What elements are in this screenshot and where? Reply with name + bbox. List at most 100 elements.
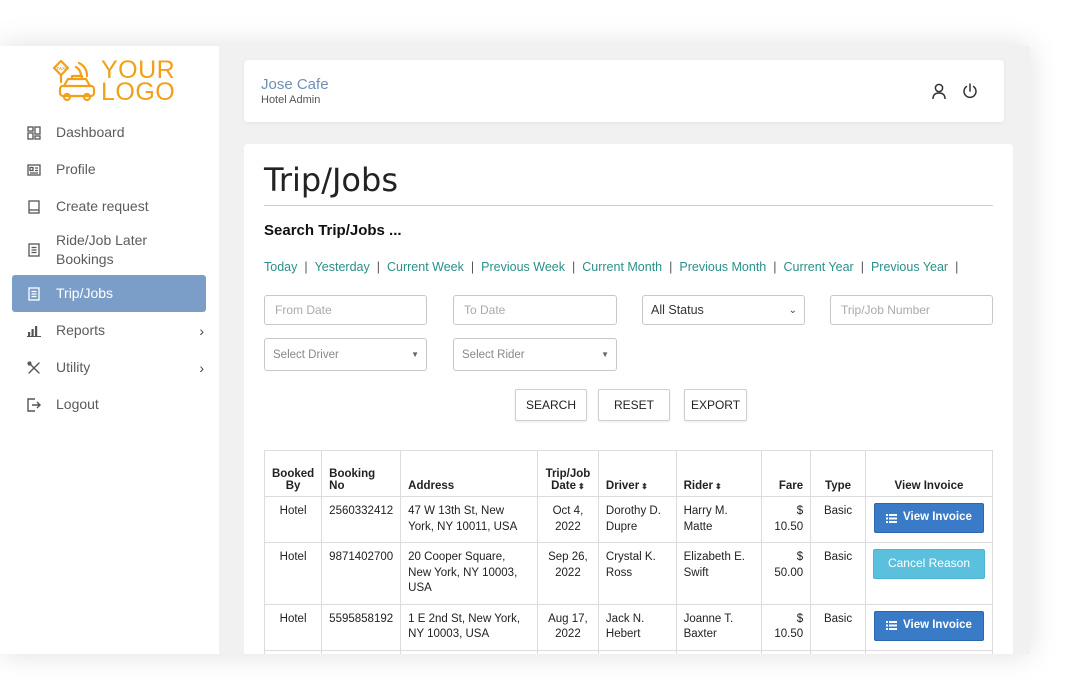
sort-icon: ⬍ — [641, 482, 648, 491]
cell-booked-by: Hotel — [263, 496, 323, 543]
sidebar-item-logout[interactable]: Logout — [12, 386, 206, 423]
search-heading: Search Trip/Jobs ... — [264, 222, 402, 239]
book-icon — [26, 199, 42, 215]
cell-fare: $ 10.50 — [761, 603, 812, 651]
view-invoice-button[interactable]: View Invoice — [873, 610, 984, 641]
link-separator: | — [669, 260, 673, 274]
cell-address: 20 Cooper Square, New York, NY 10003, US… — [400, 542, 538, 605]
column-header-label: Rider — [683, 480, 713, 492]
link-current-month[interactable]: Current Month — [582, 260, 662, 274]
link-previous-year[interactable]: Previous Year — [871, 260, 948, 274]
sidebar-item-label: Ride/Job Later Bookings — [56, 232, 148, 267]
cell-address: 1 E 2nd St, New York, NY 10003, USA — [400, 603, 538, 651]
dashboard-icon — [26, 125, 42, 141]
sidebar-item-label: Create request — [56, 198, 149, 214]
link-separator: | — [955, 260, 959, 274]
cell-rider: Joanne T. Baxter — [675, 603, 763, 651]
column-header-address[interactable]: Address — [400, 450, 538, 497]
taxi-logo-icon: TAXI — [52, 59, 96, 102]
column-header-rider[interactable]: Rider ⬍ — [675, 450, 763, 497]
cell-driver: Dorothy D. Dupre — [597, 496, 677, 543]
to-date-field — [453, 295, 617, 325]
from-date-field — [264, 295, 427, 325]
cell-invoice: Cancel Reason — [864, 542, 994, 605]
profile-card-icon — [26, 162, 42, 178]
sidebar: TAXI YOUR LOGO Dashboard Profile Create … — [0, 46, 219, 654]
cell-booking-no: 9871402700 — [321, 542, 402, 605]
export-button[interactable]: EXPORT — [684, 389, 747, 421]
sidebar-item-label: Profile — [56, 161, 96, 177]
to-date-input[interactable] — [454, 296, 616, 324]
cell-driver: Jack N. Hebert — [597, 603, 677, 651]
chevron-right-icon: › — [199, 360, 204, 376]
column-header-driver[interactable]: Driver ⬍ — [597, 450, 677, 497]
sidebar-item-create-request[interactable]: Create request — [12, 188, 206, 225]
search-button[interactable]: SEARCH — [515, 389, 587, 421]
link-today[interactable]: Today — [264, 260, 297, 274]
cell-driver: Crystal K. Ross — [597, 542, 677, 605]
caret-down-icon: ▼ — [601, 350, 609, 359]
column-header-fare[interactable]: Fare — [761, 450, 812, 497]
table-row: Hotel 9871402700 20 Cooper Square, New Y… — [263, 542, 994, 605]
logout-icon — [26, 397, 42, 413]
link-current-week[interactable]: Current Week — [387, 260, 464, 274]
cell-type: Basic — [810, 496, 866, 543]
rider-select[interactable]: Select Rider ▼ — [453, 338, 617, 371]
trips-table: Booked By Booking No Address Trip/Job Da… — [263, 450, 994, 654]
trip-number-input[interactable] — [831, 296, 992, 324]
sidebar-item-later-bookings[interactable]: Ride/Job Later Bookings — [12, 225, 206, 275]
column-header-booking-no[interactable]: Booking No — [321, 450, 402, 497]
sidebar-item-reports[interactable]: Reports › — [12, 312, 206, 349]
sidebar-item-utility[interactable]: Utility › — [12, 349, 206, 386]
page-title: Trip/Jobs — [264, 161, 398, 199]
cell-fare: $ 10.50 — [761, 496, 812, 543]
bar-chart-icon — [26, 323, 42, 339]
link-yesterday[interactable]: Yesterday — [315, 260, 370, 274]
column-header-booked-by[interactable]: Booked By — [263, 450, 323, 497]
column-header-label: Driver — [605, 480, 640, 492]
sidebar-nav: Dashboard Profile Create request Ride/Jo… — [12, 114, 206, 423]
user-icon[interactable] — [930, 82, 950, 102]
document-icon — [26, 286, 42, 302]
logo-line-2: LOGO — [101, 78, 176, 106]
status-select[interactable]: All Status ⌄ — [642, 295, 805, 325]
sidebar-item-label: Utility — [56, 359, 91, 375]
link-current-year[interactable]: Current Year — [784, 260, 854, 274]
link-previous-month[interactable]: Previous Month — [679, 260, 766, 274]
document-icon — [26, 242, 42, 258]
reset-button[interactable]: RESET — [598, 389, 670, 421]
power-icon[interactable] — [961, 82, 981, 102]
driver-select-value: Select Driver — [273, 348, 339, 361]
sidebar-item-trip-jobs[interactable]: Trip/Jobs — [12, 275, 206, 312]
driver-select[interactable]: Select Driver ▼ — [264, 338, 427, 371]
link-separator: | — [773, 260, 777, 274]
sidebar-item-profile[interactable]: Profile — [12, 151, 206, 188]
header-bar: Jose Cafe Hotel Admin — [244, 60, 1004, 122]
table-row: Hotel 5595858192 1 E 2nd St, New York, N… — [263, 603, 994, 651]
logo: TAXI YOUR LOGO — [50, 58, 180, 106]
link-separator: | — [376, 260, 380, 274]
table-row — [263, 649, 994, 654]
cell-invoice: View Invoice — [864, 496, 994, 543]
cell-date: Oct 4, 2022 — [536, 496, 599, 543]
list-icon — [886, 621, 898, 630]
cancel-reason-button[interactable]: Cancel Reason — [872, 549, 985, 579]
table-row: Hotel 2560332412 47 W 13th St, New York,… — [263, 496, 994, 543]
cell-type: Basic — [810, 603, 866, 651]
from-date-input[interactable] — [265, 296, 426, 324]
column-header-date[interactable]: Trip/Job Date ⬍ — [536, 450, 599, 497]
chevron-down-icon: ⌄ — [788, 305, 797, 316]
sidebar-item-dashboard[interactable]: Dashboard — [12, 114, 206, 151]
link-separator: | — [304, 260, 308, 274]
link-separator: | — [860, 260, 864, 274]
link-previous-week[interactable]: Previous Week — [481, 260, 565, 274]
sidebar-item-label: Trip/Jobs — [56, 285, 114, 301]
chevron-right-icon: › — [199, 323, 204, 339]
cell-date: Aug 17, 2022 — [536, 603, 599, 651]
logo-text: YOUR LOGO — [101, 58, 176, 106]
cell-invoice: View Invoice — [864, 603, 994, 651]
column-header-invoice[interactable]: View Invoice — [864, 450, 994, 497]
view-invoice-button[interactable]: View Invoice — [873, 503, 984, 533]
column-header-type[interactable]: Type — [810, 450, 866, 497]
caret-down-icon: ▼ — [411, 350, 419, 359]
